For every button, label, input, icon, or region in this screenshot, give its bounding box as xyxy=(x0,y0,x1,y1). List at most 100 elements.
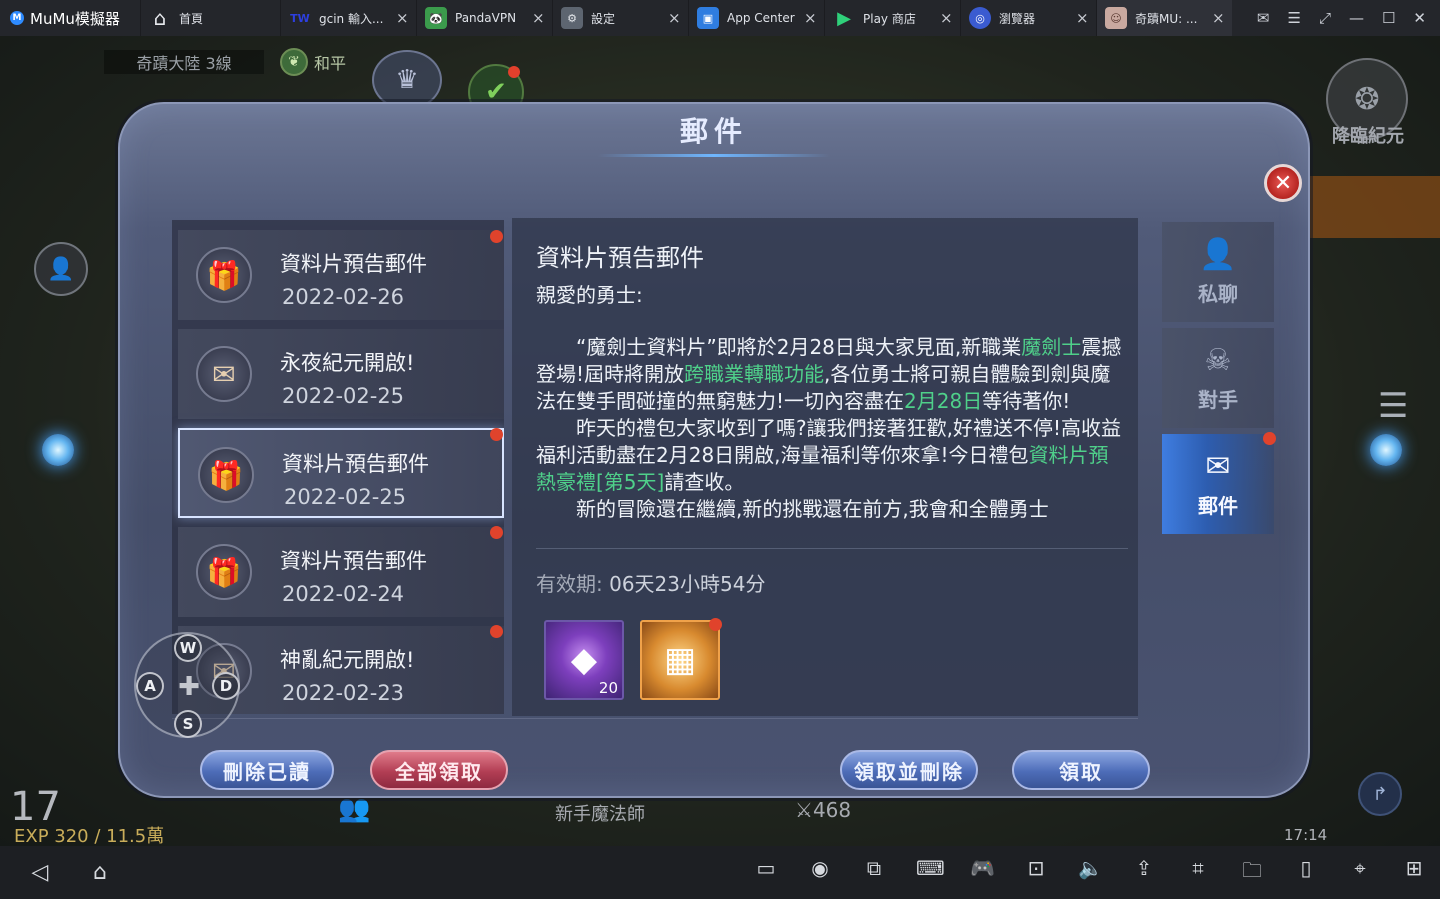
tab-rivals[interactable]: ☠ 對手 xyxy=(1162,328,1274,428)
game-clock: 17:14 xyxy=(1284,826,1328,844)
tw-icon: TW xyxy=(290,11,310,25)
tab-mu-game[interactable]: ☺ 奇蹟MU: ... × xyxy=(1096,0,1232,36)
home-nav-icon[interactable]: ⌂ xyxy=(88,860,112,885)
tab-home[interactable]: ⌂ 首頁 xyxy=(140,0,280,36)
reward-item[interactable]: ◆ 20 xyxy=(544,620,624,700)
close-window-icon[interactable]: ✕ xyxy=(1413,9,1426,27)
tab-browser[interactable]: ◎ 瀏覽器 × xyxy=(960,0,1096,36)
brand-label: MuMu模擬器 xyxy=(30,9,120,28)
mail-paragraph: “魔劍士資料片”即將於2月28日與大家見面,新職業魔劍士震撼登場!屆時將開放跨職… xyxy=(536,335,1122,413)
person-icon: 👤 xyxy=(1199,237,1237,272)
location-icon[interactable]: ⌖ xyxy=(1348,856,1372,890)
mail-list-item-selected[interactable]: 🎁 資料片預告郵件 2022-02-25 xyxy=(178,428,504,518)
mail-list-item[interactable]: 🎁 資料片預告郵件 2022-02-26 xyxy=(178,230,504,320)
apk-install-icon[interactable]: ⇪ xyxy=(1132,856,1156,890)
key-a[interactable]: A xyxy=(136,672,164,700)
menu-icon[interactable]: ☰ xyxy=(1288,9,1301,27)
gear-icon: ⚙ xyxy=(561,7,583,29)
mail-item-title: 資料片預告郵件 xyxy=(280,252,427,276)
eye-toggle-icon[interactable]: ◉ xyxy=(808,856,832,890)
browser-icon: ◎ xyxy=(969,7,991,29)
multi-instance-icon[interactable]: ⊞ xyxy=(1402,856,1426,890)
close-icon[interactable]: × xyxy=(1076,9,1089,27)
reward-count: 20 xyxy=(598,679,618,697)
tab-label: gcin 輸入... xyxy=(319,11,384,26)
class-title: 新手魔法師 xyxy=(555,804,645,825)
tab-label: 瀏覽器 xyxy=(999,11,1036,26)
close-icon[interactable]: × xyxy=(396,9,409,27)
mail-item-date: 2022-02-25 xyxy=(282,384,405,408)
keymap-dpad[interactable]: ✚ W A D S xyxy=(134,632,240,738)
leaf-icon: ❦ xyxy=(280,48,308,76)
back-icon[interactable]: ◁ xyxy=(28,860,52,885)
volume-icon[interactable]: 🔈 xyxy=(1078,856,1103,890)
key-d[interactable]: D xyxy=(212,672,240,700)
crop-icon[interactable]: ⌗ xyxy=(1186,856,1210,890)
dpad-cross-icon: ✚ xyxy=(178,672,200,702)
multi-window-icon[interactable]: ⧉ xyxy=(862,856,886,890)
emulator-tab-bar: M MuMu模擬器 ⌂ 首頁 TW gcin 輸入... × 🐼 PandaVP… xyxy=(0,0,1440,36)
close-icon[interactable]: × xyxy=(940,9,953,27)
reward-item[interactable]: ▦ xyxy=(640,618,722,700)
kill-count: ⚔468 xyxy=(795,798,851,822)
claim-and-delete-button[interactable]: 領取並刪除 xyxy=(840,750,978,790)
tab-play-store[interactable]: ▶ Play 商店 × xyxy=(824,0,960,36)
validity: 有效期: 06天23小時54分 xyxy=(536,568,765,597)
delete-read-button[interactable]: 刪除已讀 xyxy=(200,750,334,790)
mail-paragraph: 昨天的禮包大家收到了嗎?讓我們接著狂歡,好禮送不停!高收益福利活動盡在2月28日… xyxy=(536,416,1121,494)
minimize-icon[interactable]: — xyxy=(1349,9,1364,27)
claim-all-button[interactable]: 全部領取 xyxy=(370,750,508,790)
tab-mail[interactable]: ✉ 郵件 xyxy=(1162,432,1276,534)
home-icon: ⌂ xyxy=(153,6,167,30)
exp-readout: EXP 320 / 11.5萬 xyxy=(14,826,165,846)
mumu-logo-icon: M xyxy=(10,11,24,25)
shake-icon[interactable]: ▯ xyxy=(1294,856,1318,890)
maximize-icon[interactable]: ☐ xyxy=(1382,9,1395,27)
tab-label: 奇蹟MU: ... xyxy=(1135,11,1198,26)
record-video-icon[interactable]: ▭ xyxy=(754,856,778,890)
close-panel-button[interactable]: ✕ xyxy=(1264,164,1302,202)
tab-app-center[interactable]: ▣ App Center × xyxy=(688,0,824,36)
close-icon[interactable]: × xyxy=(668,9,681,27)
mail-item-title: 資料片預告郵件 xyxy=(282,452,429,476)
keyboard-icon[interactable]: ⌨ xyxy=(916,856,945,890)
screenshot-icon[interactable]: ⊡ xyxy=(1024,856,1048,890)
tab-private-chat[interactable]: 👤 私聊 xyxy=(1162,222,1274,322)
play-store-icon: ▶ xyxy=(837,7,851,29)
gift-icon: 🎁 xyxy=(198,447,254,503)
gamepad-icon[interactable]: 🎮 xyxy=(970,856,995,890)
mail-greeting: 親愛的勇士: xyxy=(536,283,643,307)
key-s[interactable]: S xyxy=(174,710,202,738)
highlight-text: 跨職業轉職功能 xyxy=(684,362,825,386)
close-icon[interactable]: × xyxy=(532,9,545,27)
tab-label: 私聊 xyxy=(1198,282,1238,306)
content-divider xyxy=(536,548,1128,549)
highlight-text: 魔劍士 xyxy=(1021,335,1082,359)
mail-list-item[interactable]: ✉ 永夜紀元開啟! 2022-02-25 xyxy=(178,329,504,419)
claim-button[interactable]: 領取 xyxy=(1012,750,1150,790)
tab-gcin[interactable]: TW gcin 輸入... × xyxy=(280,0,416,36)
mail-body[interactable]: “魔劍士資料片”即將於2月28日與大家見面,新職業魔劍士震撼登場!屆時將開放跨職… xyxy=(536,334,1126,540)
mail-list-item[interactable]: 🎁 資料片預告郵件 2022-02-24 xyxy=(178,527,504,617)
close-icon[interactable]: × xyxy=(804,9,817,27)
tab-label: Play 商店 xyxy=(863,11,916,26)
message-icon[interactable]: ✉ xyxy=(1257,9,1270,27)
mail-content-title: 資料片預告郵件 xyxy=(536,244,704,272)
pin-window-icon[interactable]: ⤢ xyxy=(1319,9,1331,27)
game-viewport[interactable]: 奇蹟大陸 3線 ❦ 和平 ♛ ✔ ❂ 降臨紀元 👤 ☰ 17 EXP 320 /… xyxy=(0,36,1440,846)
tab-settings[interactable]: ⚙ 設定 × xyxy=(552,0,688,36)
sword-icon: ⚔ xyxy=(795,798,813,822)
tab-pandavpn[interactable]: 🐼 PandaVPN × xyxy=(416,0,552,36)
folder-icon[interactable]: 🗀 xyxy=(1240,856,1264,890)
unread-dot xyxy=(490,625,503,638)
party-icon[interactable]: 👥 xyxy=(338,794,370,824)
panel-title: 郵件 xyxy=(679,115,748,148)
mail-paragraph: 新的冒險還在繼續,新的挑戰還在前方,我會和全體勇士 xyxy=(576,497,1049,521)
mail-item-date: 2022-02-23 xyxy=(282,681,405,705)
emulator-brand[interactable]: M MuMu模擬器 xyxy=(0,0,140,36)
tab-label: 設定 xyxy=(591,11,616,26)
guild-emblem-icon[interactable]: ♛ xyxy=(372,50,442,110)
pk-mode[interactable]: ❦ 和平 xyxy=(280,48,370,76)
key-w[interactable]: W xyxy=(174,634,202,662)
close-icon[interactable]: × xyxy=(1212,9,1225,27)
